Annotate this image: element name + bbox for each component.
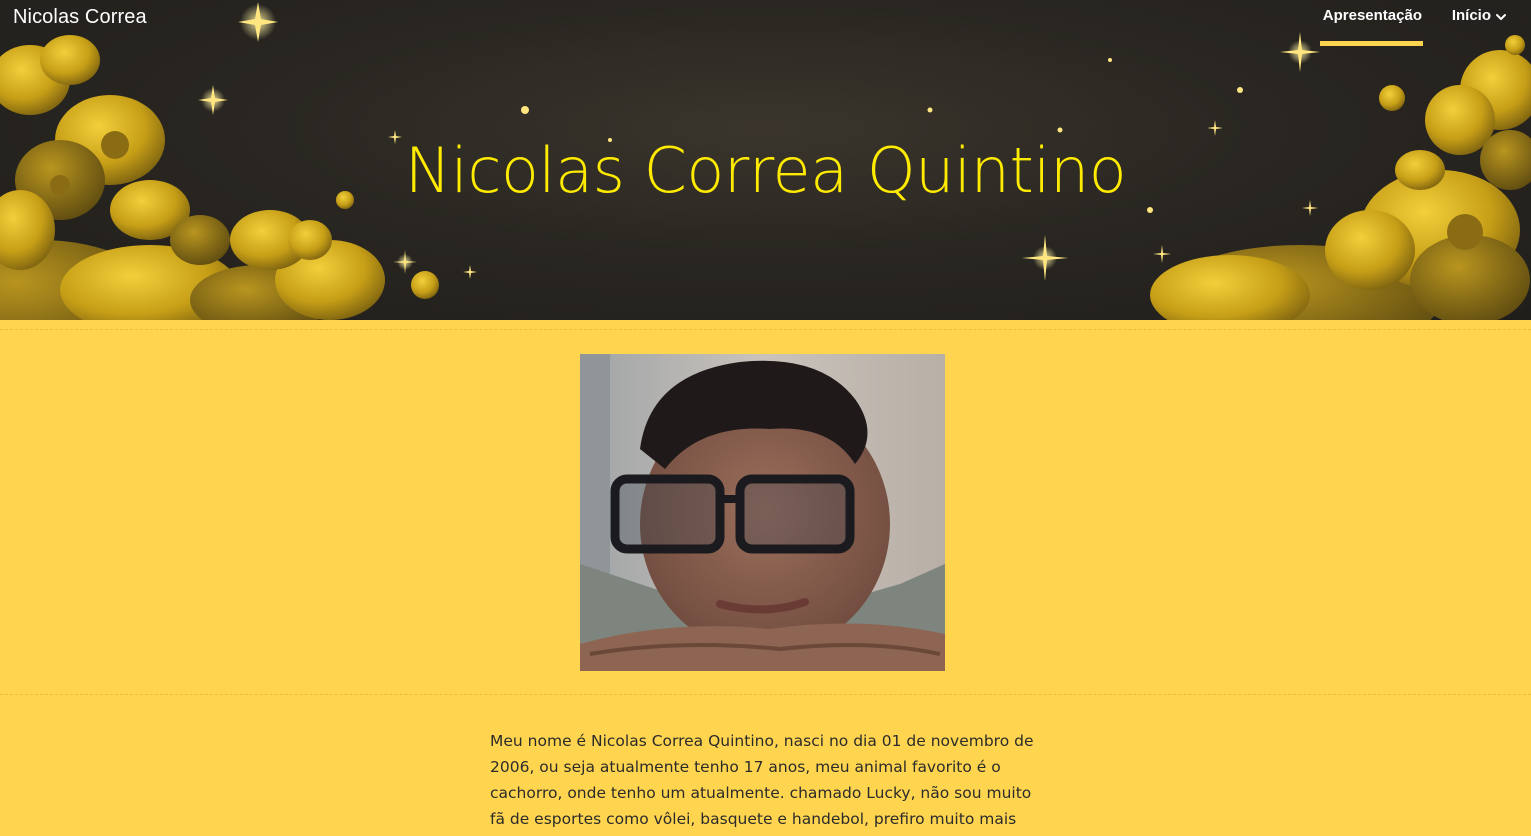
section-divider bbox=[0, 329, 1531, 330]
profile-photo-illustration bbox=[580, 354, 945, 671]
page-title: Nicolas Correa Quintino bbox=[404, 134, 1127, 207]
chevron-down-icon bbox=[1496, 13, 1506, 20]
site-title[interactable]: Nicolas Correa bbox=[13, 6, 147, 29]
active-nav-indicator bbox=[1320, 41, 1423, 46]
bio-paragraph: Meu nome é Nicolas Correa Quintino, nasc… bbox=[490, 732, 1034, 828]
nav-item-inicio-label: Início bbox=[1451, 7, 1491, 24]
section-divider bbox=[0, 694, 1531, 695]
nav-item-apresentacao[interactable]: Apresentação bbox=[1323, 7, 1422, 24]
nav-item-inicio[interactable]: Início bbox=[1452, 7, 1507, 24]
hero-banner: Nicolas Correa Apresentação Início Nicol… bbox=[0, 0, 1531, 320]
profile-photo bbox=[580, 354, 945, 671]
